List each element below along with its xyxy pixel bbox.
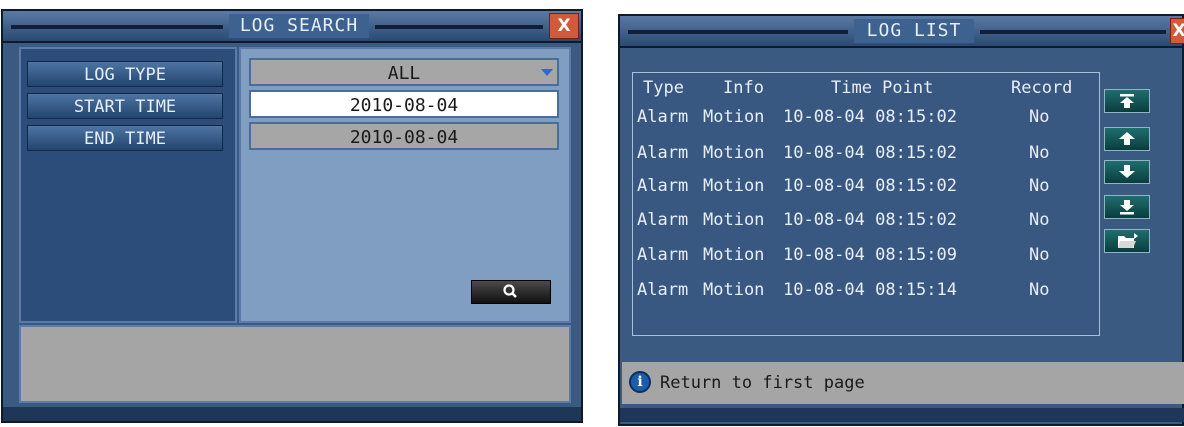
log-search-titlebar: LOG SEARCH X: [3, 11, 581, 43]
log-type-label: LOG TYPE: [27, 61, 223, 87]
table-row[interactable]: Alarm Motion 10-08-04 08:15:02 No: [637, 106, 1099, 128]
row-type: Alarm: [637, 143, 689, 163]
first-page-button[interactable]: [1104, 89, 1150, 113]
column-header-info: Info: [723, 78, 764, 98]
log-table: Type Info Time Point Record Alarm Motion…: [632, 72, 1100, 336]
row-time: 10-08-04 08:15:02: [783, 107, 957, 127]
backup-folder-icon: [1118, 233, 1138, 248]
hint-text: Return to first page: [660, 373, 865, 393]
row-time: 10-08-04 08:15:02: [783, 143, 957, 163]
log-search-bottom-bar: [3, 407, 581, 421]
table-row[interactable]: Alarm Motion 10-08-04 08:15:02 No: [637, 209, 1099, 231]
column-header-type: Type: [643, 78, 684, 98]
log-type-select[interactable]: ALL: [249, 58, 559, 86]
table-header-row: Type Info Time Point Record: [637, 77, 1099, 99]
log-search-window: LOG SEARCH X LOG TYPE START TIME END TIM…: [1, 9, 583, 423]
column-header-record: Record: [1011, 78, 1073, 98]
previous-page-icon: [1119, 132, 1135, 145]
row-record: No: [1029, 280, 1050, 300]
row-time: 10-08-04 08:15:02: [783, 176, 957, 196]
table-row[interactable]: Alarm Motion 10-08-04 08:15:02 No: [637, 142, 1099, 164]
hint-bar: i Return to first page: [622, 362, 1184, 404]
start-time-input[interactable]: 2010-08-04: [249, 90, 559, 118]
row-info: Motion: [703, 280, 765, 300]
backup-button[interactable]: [1104, 229, 1150, 253]
search-icon: [503, 284, 517, 298]
info-icon: i: [629, 371, 651, 393]
search-value-panel: ALL 2010-08-04 2010-08-04: [239, 47, 571, 323]
search-status-area: [19, 325, 571, 403]
row-info: Motion: [703, 107, 765, 127]
next-page-icon: [1119, 165, 1135, 178]
log-search-title: LOG SEARCH: [229, 14, 369, 38]
row-record: No: [1029, 143, 1050, 163]
row-time: 10-08-04 08:15:02: [783, 210, 957, 230]
end-time-input[interactable]: 2010-08-04: [249, 122, 559, 150]
last-page-button[interactable]: [1104, 195, 1150, 219]
last-page-icon: [1120, 200, 1134, 215]
search-label-panel: LOG TYPE START TIME END TIME: [19, 47, 237, 323]
first-page-icon: [1120, 94, 1134, 108]
log-list-bottom-bar: [620, 408, 1184, 422]
row-info: Motion: [703, 245, 765, 265]
row-time: 10-08-04 08:15:09: [783, 245, 957, 265]
chevron-down-icon[interactable]: [541, 69, 553, 76]
row-info: Motion: [703, 176, 765, 196]
row-type: Alarm: [637, 107, 689, 127]
log-list-titlebar: LOG LIST X: [620, 16, 1184, 48]
log-type-value: ALL: [387, 63, 421, 84]
next-page-button[interactable]: [1104, 160, 1150, 184]
row-info: Motion: [703, 143, 765, 163]
end-time-label: END TIME: [27, 125, 223, 151]
start-time-label: START TIME: [27, 93, 223, 119]
row-record: No: [1029, 176, 1050, 196]
table-row[interactable]: Alarm Motion 10-08-04 08:15:02 No: [637, 175, 1099, 197]
row-info: Motion: [703, 210, 765, 230]
close-button[interactable]: X: [549, 13, 579, 39]
table-row[interactable]: Alarm Motion 10-08-04 08:15:14 No: [637, 279, 1099, 301]
log-list-title: LOG LIST: [854, 19, 974, 43]
row-type: Alarm: [637, 176, 689, 196]
row-record: No: [1029, 107, 1050, 127]
search-button[interactable]: [471, 280, 551, 304]
row-time: 10-08-04 08:15:14: [783, 280, 957, 300]
previous-page-button[interactable]: [1104, 127, 1150, 151]
column-header-time-point: Time Point: [831, 78, 934, 98]
close-button[interactable]: X: [1170, 18, 1184, 44]
row-record: No: [1029, 210, 1050, 230]
table-row[interactable]: Alarm Motion 10-08-04 08:15:09 No: [637, 244, 1099, 266]
row-type: Alarm: [637, 280, 689, 300]
row-type: Alarm: [637, 210, 689, 230]
row-type: Alarm: [637, 245, 689, 265]
row-record: No: [1029, 245, 1050, 265]
